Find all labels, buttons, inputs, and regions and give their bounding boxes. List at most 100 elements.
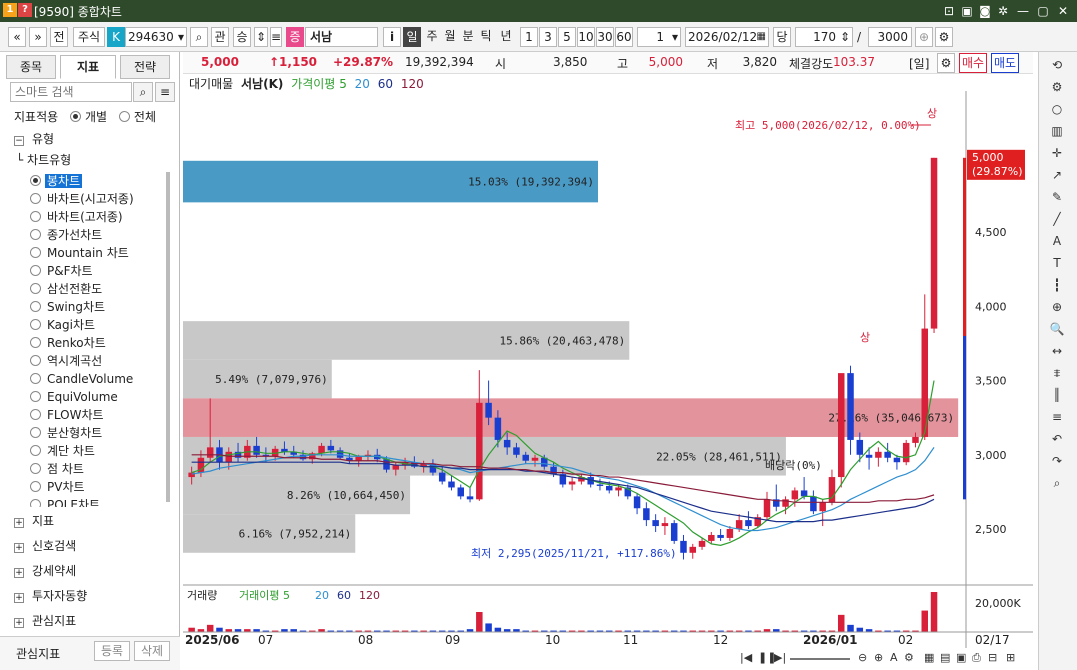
chart-type-item[interactable]: 삼선전환도 (30, 280, 164, 298)
first-icon[interactable]: |◀ (740, 651, 752, 664)
circle-icon[interactable]: ○ (1047, 100, 1067, 118)
sell-button[interactable]: 매도 (991, 53, 1019, 73)
ruler-icon[interactable]: ↔ (1047, 342, 1067, 360)
period-month[interactable]: 월 (441, 27, 459, 47)
chart-type-item[interactable]: FLOW차트 (30, 406, 164, 424)
dang-button[interactable]: 당 (773, 27, 791, 47)
search-icon[interactable]: ⌕ (1047, 474, 1067, 492)
radio-icon[interactable] (30, 301, 41, 312)
period-tick[interactable]: 틱 (477, 27, 495, 47)
radio-icon[interactable] (30, 373, 41, 384)
pen-icon[interactable]: ↗ (1047, 166, 1067, 184)
dropdown-icon[interactable]: ▾ (178, 28, 184, 46)
buy-button[interactable]: 매수 (959, 53, 987, 73)
num-1[interactable]: 1 (520, 27, 538, 47)
num-30[interactable]: 30 (596, 27, 614, 47)
radio-icon[interactable] (30, 211, 41, 222)
chart-type-item[interactable]: 점 차트 (30, 460, 164, 478)
candle-icon[interactable]: ┇ (1047, 276, 1067, 294)
chart-type-item[interactable]: POLE차트 (30, 496, 164, 507)
gear-icon[interactable]: ⚙ (937, 53, 955, 73)
count-input[interactable]: 170 ⇕ (795, 27, 853, 47)
print-icon[interactable]: ⎙ (972, 651, 981, 665)
radio-each[interactable]: 개별 (70, 110, 107, 124)
period-week[interactable]: 주 (423, 27, 441, 47)
chart-type-item[interactable]: Kagi차트 (30, 316, 164, 334)
maximize-button[interactable]: ▢ (1034, 2, 1052, 20)
chart-type-item[interactable]: 계단 차트 (30, 442, 164, 460)
crosshair-icon[interactable]: ✛ (1047, 144, 1067, 162)
search-input[interactable] (10, 82, 132, 102)
table-icon[interactable]: ▤ (940, 651, 950, 664)
section-strength[interactable]: + 강세약세 (14, 560, 76, 582)
radio-icon[interactable] (30, 337, 41, 348)
pencil-icon[interactable]: ✎ (1047, 188, 1067, 206)
search-icon[interactable]: ⌕ (190, 27, 208, 47)
radio-icon[interactable] (30, 229, 41, 240)
radio-icon[interactable] (30, 391, 41, 402)
minimize-button[interactable]: — (1014, 2, 1032, 20)
period-input[interactable]: 1 ▾ (637, 27, 681, 47)
chart-type-item[interactable]: 분산형차트 (30, 424, 164, 442)
info-button[interactable]: i (383, 27, 401, 47)
remove-icon[interactable]: ⊟ (988, 651, 997, 664)
radio-icon[interactable] (30, 463, 41, 474)
num-60[interactable]: 60 (615, 27, 633, 47)
jeon-button[interactable]: 전 (50, 27, 68, 47)
chart-type-item[interactable]: P&F차트 (30, 262, 164, 280)
chart-icon[interactable]: ▥ (1047, 122, 1067, 140)
delete-button[interactable]: 삭제 (134, 641, 170, 661)
window-icon[interactable]: ▣ (956, 651, 966, 664)
radio-icon[interactable] (30, 355, 41, 366)
num-3[interactable]: 3 (539, 27, 557, 47)
radio-icon[interactable] (30, 247, 41, 258)
search-icon[interactable]: ⌕ (133, 82, 153, 102)
chart-type-item[interactable]: 역시계곡선 (30, 352, 164, 370)
chart-type-item[interactable]: 바차트(고저종) (30, 208, 164, 226)
seung-button[interactable]: 승 (233, 27, 251, 47)
chart-type-item[interactable]: 종가선차트 (30, 226, 164, 244)
date-input[interactable]: 2026/02/12 ▦ (685, 27, 769, 47)
zoom-icon[interactable]: 🔍 (1047, 320, 1067, 338)
last-icon[interactable]: ▶| (774, 651, 786, 664)
sort-icon[interactable]: ≡ (270, 27, 282, 47)
tab-stock[interactable]: 종목 (6, 55, 56, 79)
period-minute[interactable]: 분 (459, 27, 477, 47)
camera-icon[interactable]: ◙ (976, 2, 994, 20)
down-button[interactable]: » (29, 27, 47, 47)
line-icon[interactable]: ╱ (1047, 210, 1067, 228)
lines-icon[interactable]: ≡ (1047, 408, 1067, 426)
close-button[interactable]: ✕ (1054, 2, 1072, 20)
prev-button[interactable]: « (8, 27, 26, 47)
radio-icon[interactable] (30, 481, 41, 492)
chart-type-item[interactable]: CandleVolume (30, 370, 164, 388)
section-investor[interactable]: + 투자자동향 (14, 585, 87, 607)
num-5[interactable]: 5 (558, 27, 576, 47)
gwan-button[interactable]: 관 (211, 27, 229, 47)
text-icon[interactable]: T (1047, 254, 1067, 272)
settings-icon[interactable]: ✲ (994, 2, 1012, 20)
auto-icon[interactable]: A (1047, 232, 1067, 250)
save-icon[interactable]: ▣ (958, 2, 976, 20)
bars-icon[interactable]: ║ (1047, 386, 1067, 404)
tab-strategy[interactable]: 전략 (120, 55, 170, 79)
radio-icon[interactable] (30, 283, 41, 294)
zoom-out-icon[interactable]: ⊖ (858, 651, 867, 664)
chart-type-item[interactable]: Mountain 차트 (30, 244, 164, 262)
chart-type-item[interactable]: PV차트 (30, 478, 164, 496)
chart-type-item[interactable]: Renko차트 (30, 334, 164, 352)
radio-icon[interactable] (30, 427, 41, 438)
radio-all[interactable]: 전체 (118, 110, 156, 124)
calendar-icon[interactable]: ▦ (757, 28, 766, 46)
radio-icon[interactable] (30, 319, 41, 330)
radio-icon[interactable] (30, 409, 41, 420)
total-input[interactable]: 3000 (868, 27, 912, 47)
help-icon[interactable]: ? (18, 3, 32, 17)
redo-icon[interactable]: ↷ (1047, 452, 1067, 470)
grid-icon[interactable]: ▦ (924, 651, 934, 664)
num-10[interactable]: 10 (577, 27, 595, 47)
scrollbar[interactable] (166, 172, 170, 502)
radio-icon[interactable] (30, 499, 41, 507)
stock-type-select[interactable]: 주식 (73, 27, 105, 47)
zoom-in-icon[interactable]: ⊕ (915, 27, 933, 47)
